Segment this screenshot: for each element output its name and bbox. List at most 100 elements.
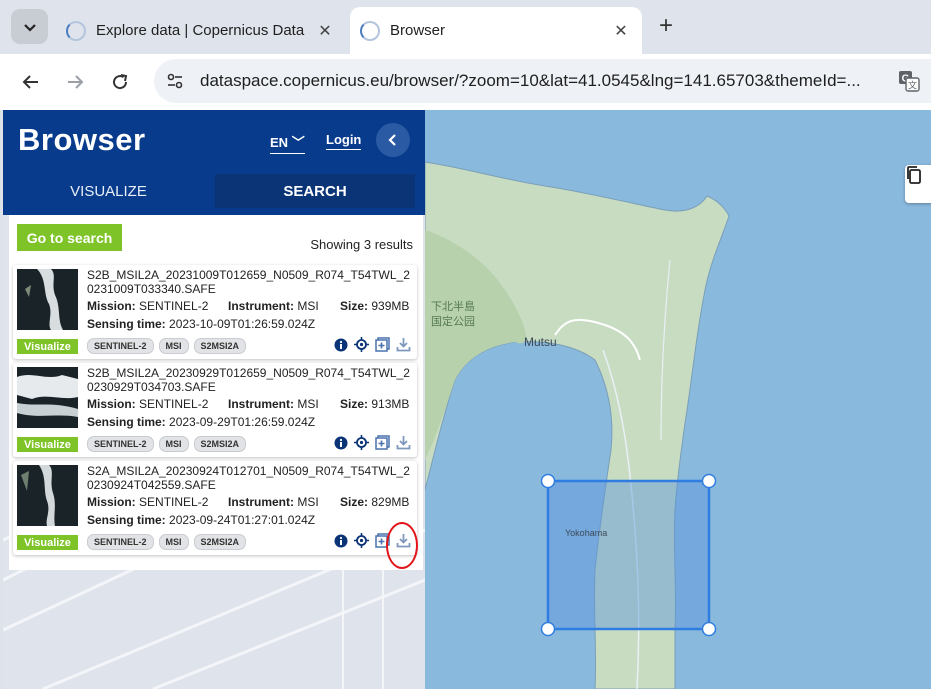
sensing-time-value: 2023-09-24T01:27:01.024Z bbox=[169, 513, 316, 527]
tag-badge: SENTINEL-2 bbox=[87, 436, 154, 452]
copy-icon bbox=[907, 166, 921, 184]
tab-title: Explore data | Copernicus Data bbox=[96, 22, 305, 39]
size-value: 913MB bbox=[371, 397, 410, 411]
mission-value: SENTINEL-2 bbox=[139, 495, 209, 509]
size-value: 939MB bbox=[371, 299, 410, 313]
sensing-time-label: Sensing time: bbox=[87, 513, 166, 527]
aoi-handle[interactable] bbox=[701, 621, 717, 637]
browser-side-panel: Browser EN ﹀ Login VISUALIZE SEARCH Go t… bbox=[3, 110, 425, 689]
map-label-mutsu: Mutsu bbox=[524, 335, 557, 349]
tab-explore-data[interactable]: Explore data | Copernicus Data ✕ bbox=[56, 7, 346, 54]
tab-browser[interactable]: Browser ✕ bbox=[350, 7, 642, 54]
tab-list-button[interactable] bbox=[11, 9, 48, 44]
results-count: Showing 3 results bbox=[310, 237, 413, 252]
add-to-workspace-icon[interactable] bbox=[375, 337, 390, 352]
highlight-ring bbox=[386, 522, 418, 569]
result-card[interactable]: S2B_MSIL2A_20231009T012659_N0509_R074_T5… bbox=[13, 265, 417, 359]
sensing-time-value: 2023-10-09T01:26:59.024Z bbox=[169, 317, 316, 331]
locate-icon[interactable] bbox=[354, 337, 369, 352]
collapse-panel-button[interactable] bbox=[376, 123, 410, 157]
size-value: 829MB bbox=[371, 495, 410, 509]
tab-search[interactable]: SEARCH bbox=[215, 174, 415, 208]
tab-visualize[interactable]: VISUALIZE bbox=[3, 174, 214, 208]
url-text: dataspace.copernicus.eu/browser/?zoom=10… bbox=[200, 71, 861, 90]
result-thumbnail[interactable] bbox=[17, 465, 78, 526]
mission-label: Mission: bbox=[87, 495, 136, 509]
close-icon[interactable]: ✕ bbox=[312, 21, 338, 41]
back-icon bbox=[22, 75, 38, 89]
reload-button[interactable] bbox=[105, 67, 135, 97]
svg-text:文: 文 bbox=[908, 80, 917, 92]
translate-icon[interactable]: G 文 bbox=[898, 70, 920, 92]
login-link[interactable]: Login bbox=[326, 132, 362, 150]
add-to-workspace-icon[interactable] bbox=[375, 435, 390, 450]
go-to-search-button[interactable]: Go to search bbox=[17, 224, 122, 251]
instrument-value: MSI bbox=[297, 299, 319, 313]
tag-badge: SENTINEL-2 bbox=[87, 534, 154, 550]
size-label: Size: bbox=[340, 397, 369, 411]
brand-title: Browser bbox=[18, 122, 146, 157]
result-thumbnail[interactable] bbox=[17, 367, 78, 428]
aoi-handle[interactable] bbox=[540, 621, 556, 637]
tab-list-icon bbox=[23, 23, 36, 32]
info-icon[interactable] bbox=[333, 533, 348, 548]
tag-badge: MSI bbox=[158, 436, 189, 452]
forward-button[interactable] bbox=[60, 67, 90, 97]
language-label: EN bbox=[270, 135, 289, 150]
aoi-handle[interactable] bbox=[701, 473, 717, 489]
download-icon[interactable] bbox=[396, 337, 411, 352]
browser-tab-bar: Explore data | Copernicus Data ✕ Browser… bbox=[0, 0, 931, 54]
instrument-value: MSI bbox=[297, 397, 319, 411]
info-icon[interactable] bbox=[333, 435, 348, 450]
mission-label: Mission: bbox=[87, 299, 136, 313]
browser-toolbar: dataspace.copernicus.eu/browser/?zoom=10… bbox=[0, 54, 931, 110]
tag-badge: S2MSI2A bbox=[193, 534, 247, 550]
instrument-label: Instrument: bbox=[228, 397, 294, 411]
visualize-button[interactable]: Visualize bbox=[17, 339, 78, 354]
aoi-rectangle[interactable] bbox=[546, 479, 711, 631]
result-filename: S2B_MSIL2A_20230929T012659_N0509_R074_T5… bbox=[87, 366, 410, 394]
instrument-value: MSI bbox=[297, 495, 319, 509]
aoi-handle[interactable] bbox=[540, 473, 556, 489]
tag-badge: MSI bbox=[158, 534, 189, 550]
address-bar[interactable]: dataspace.copernicus.eu/browser/?zoom=10… bbox=[154, 59, 931, 103]
tag-badge: S2MSI2A bbox=[193, 436, 247, 452]
instrument-label: Instrument: bbox=[228, 299, 294, 313]
back-button[interactable] bbox=[16, 67, 46, 97]
map-label-yokohama: Yokohama bbox=[565, 528, 608, 538]
result-thumbnail[interactable] bbox=[17, 269, 78, 330]
site-info-icon[interactable] bbox=[162, 68, 188, 94]
search-results: Go to search Showing 3 results S2B_MSIL2… bbox=[9, 215, 423, 570]
new-tab-icon[interactable]: + bbox=[653, 13, 679, 39]
forward-icon bbox=[68, 75, 84, 89]
map-canvas bbox=[425, 110, 931, 689]
panel-header: Browser EN ﹀ Login VISUALIZE SEARCH bbox=[3, 110, 425, 215]
loading-icon bbox=[360, 20, 380, 41]
reload-icon bbox=[113, 74, 128, 90]
close-icon[interactable]: ✕ bbox=[608, 21, 634, 41]
language-selector[interactable]: EN ﹀ bbox=[270, 132, 305, 154]
size-label: Size: bbox=[340, 299, 369, 313]
sensing-time-value: 2023-09-29T01:26:59.024Z bbox=[169, 415, 316, 429]
tab-title: Browser bbox=[390, 22, 446, 39]
info-icon[interactable] bbox=[333, 337, 348, 352]
tag-badge: S2MSI2A bbox=[193, 338, 247, 354]
locate-icon[interactable] bbox=[354, 435, 369, 450]
visualize-button[interactable]: Visualize bbox=[17, 437, 78, 452]
result-card[interactable]: S2A_MSIL2A_20230924T012701_N0509_R074_T5… bbox=[13, 461, 417, 555]
copy-button[interactable] bbox=[905, 165, 931, 203]
mission-label: Mission: bbox=[87, 397, 136, 411]
locate-icon[interactable] bbox=[354, 533, 369, 548]
sensing-time-label: Sensing time: bbox=[87, 415, 166, 429]
mission-value: SENTINEL-2 bbox=[139, 299, 209, 313]
result-filename: S2B_MSIL2A_20231009T012659_N0509_R074_T5… bbox=[87, 268, 410, 296]
result-card[interactable]: S2B_MSIL2A_20230929T012659_N0509_R074_T5… bbox=[13, 363, 417, 457]
mission-value: SENTINEL-2 bbox=[139, 397, 209, 411]
map-view[interactable]: 下北半島 国定公园 Mutsu Yokohama bbox=[425, 110, 931, 689]
result-filename: S2A_MSIL2A_20230924T012701_N0509_R074_T5… bbox=[87, 464, 410, 492]
map-label-park: 下北半島 国定公园 bbox=[431, 301, 475, 328]
download-icon[interactable] bbox=[396, 435, 411, 450]
instrument-label: Instrument: bbox=[228, 495, 294, 509]
visualize-button[interactable]: Visualize bbox=[17, 535, 78, 550]
tag-badge: MSI bbox=[158, 338, 189, 354]
